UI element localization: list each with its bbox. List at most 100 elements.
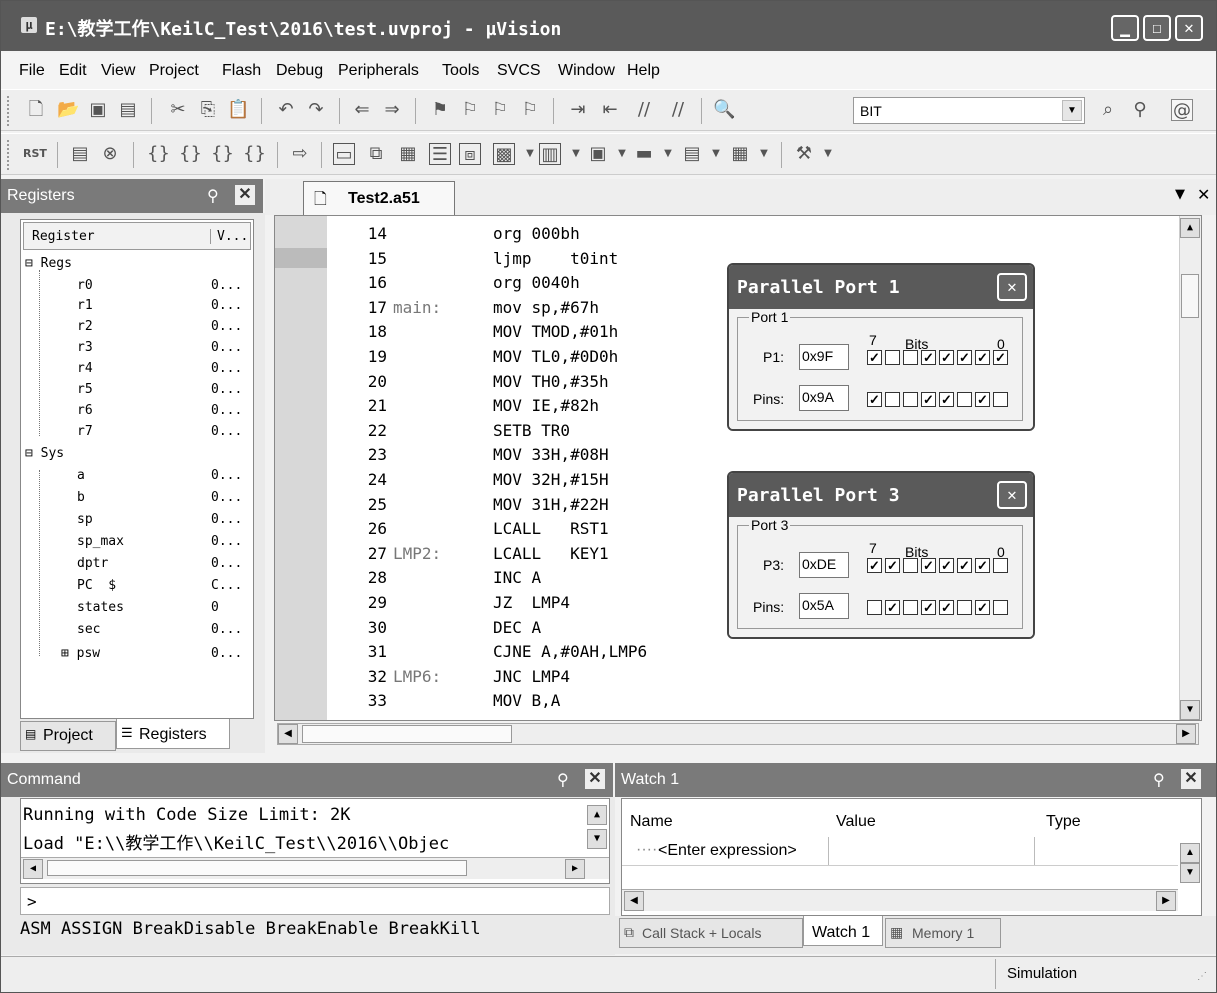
bit-checkbox[interactable]: ✓ <box>939 600 954 615</box>
reg-row[interactable]: r6 0... <box>21 401 251 421</box>
next-bookmark-icon[interactable]: ⚐ <box>489 99 511 121</box>
bit-checkbox[interactable] <box>957 392 972 407</box>
scroll-right-icon[interactable]: ▶ <box>1176 724 1196 744</box>
serial-window-icon[interactable]: ▣ <box>587 143 609 165</box>
menu-debug[interactable]: Debug <box>276 62 323 80</box>
reg-row[interactable]: r3 0... <box>21 338 251 358</box>
save-all-icon[interactable]: ▤ <box>117 99 139 121</box>
bit-checkbox[interactable]: ✓ <box>867 350 882 365</box>
disassembly-window-icon[interactable]: ⧉ <box>365 143 387 165</box>
run-icon[interactable]: ▤ <box>69 143 91 165</box>
bit-checkbox[interactable] <box>903 558 918 573</box>
menu-svcs[interactable]: SVCS <box>497 62 541 80</box>
reg-row[interactable]: r0 0... <box>21 276 251 296</box>
pins-value[interactable]: 0x9A <box>799 385 849 411</box>
close-icon[interactable]: ✕ <box>235 185 255 205</box>
bit-checkbox[interactable]: ✓ <box>921 350 936 365</box>
find-combo[interactable]: BIT ▼ <box>853 97 1085 124</box>
chevron-down-icon[interactable]: ▼ <box>817 143 839 165</box>
prev-bookmark-icon[interactable]: ⚐ <box>459 99 481 121</box>
reg-row[interactable]: a 0... <box>21 466 251 486</box>
bit-checkbox[interactable] <box>993 392 1008 407</box>
tab-registers[interactable]: ☰ Registers <box>116 719 230 749</box>
toolbar-grip[interactable] <box>7 140 10 170</box>
tab-memory1[interactable]: ▦ Memory 1 <box>885 918 1001 948</box>
menu-tools[interactable]: Tools <box>442 62 479 80</box>
col-register[interactable]: Register <box>32 229 95 244</box>
bit-checkbox[interactable] <box>903 350 918 365</box>
bit-checkbox[interactable]: ✓ <box>975 392 990 407</box>
reg-row[interactable]: r2 0... <box>21 317 251 337</box>
reg-row[interactable]: sp_max 0... <box>21 532 251 552</box>
bit-checkbox[interactable]: ✓ <box>939 392 954 407</box>
tab-test2-a51[interactable]: 🗋 Test2.a51 <box>303 181 455 215</box>
bit-checkbox[interactable]: ✓ <box>921 392 936 407</box>
comment-icon[interactable]: // <box>633 99 655 121</box>
find-icon[interactable]: ⌕ <box>1097 99 1119 121</box>
close-icon[interactable]: ✕ <box>997 273 1027 301</box>
nav-back-icon[interactable]: ⇐ <box>351 99 373 121</box>
bit-checkbox[interactable] <box>993 600 1008 615</box>
analysis-window-icon[interactable]: ▬ <box>633 143 655 165</box>
bit-checkbox[interactable]: ✓ <box>867 558 882 573</box>
trace-window-icon[interactable]: ▤ <box>681 143 703 165</box>
call-stack-window-icon[interactable]: ⧈ <box>459 143 481 165</box>
scroll-left-icon[interactable]: ◀ <box>624 891 644 911</box>
scroll-left-icon[interactable]: ◀ <box>23 859 43 879</box>
chevron-down-icon[interactable]: ▼ <box>1062 100 1082 121</box>
bit-checkbox[interactable]: ✓ <box>939 350 954 365</box>
horizontal-scrollbar[interactable]: ◀ ▶ <box>277 723 1199 745</box>
system-viewer-icon[interactable]: ▦ <box>729 143 751 165</box>
step-out-icon[interactable]: {} <box>211 143 234 165</box>
menu-window[interactable]: Window <box>558 62 615 80</box>
col-value[interactable]: V... <box>210 229 248 244</box>
step-into-icon[interactable]: {} <box>147 143 170 165</box>
symbols-window-icon[interactable]: ▦ <box>397 143 419 165</box>
tab-project[interactable]: ▤ Project <box>20 721 116 751</box>
reg-row[interactable]: b 0... <box>21 488 251 508</box>
chevron-down-icon[interactable]: ▼ <box>519 143 541 165</box>
scroll-thumb[interactable] <box>47 860 467 876</box>
command-output[interactable]: Running with Code Size Limit: 2K Load "E… <box>20 798 610 884</box>
reg-row[interactable]: ⊞ psw 0... <box>21 644 251 664</box>
reg-row[interactable]: r4 0... <box>21 359 251 379</box>
scroll-up-icon[interactable]: ▲ <box>1180 843 1200 863</box>
scroll-down-icon[interactable]: ▼ <box>587 829 607 849</box>
close-icon[interactable]: ✕ <box>1181 769 1201 789</box>
reset-icon[interactable]: RST <box>23 143 47 165</box>
chevron-down-icon[interactable]: ▼ <box>657 143 679 165</box>
run-to-cursor-icon[interactable]: {} <box>243 143 266 165</box>
scroll-up-icon[interactable]: ▲ <box>1180 218 1200 238</box>
copy-icon[interactable]: ⎘ <box>197 99 219 121</box>
open-file-icon[interactable]: 📂 <box>57 99 79 121</box>
command-window-icon[interactable]: ▭ <box>333 143 355 165</box>
command-hscrollbar[interactable]: ◀ ▶ <box>21 857 609 879</box>
minimize-button[interactable]: ▁ <box>1111 15 1139 41</box>
show-next-statement-icon[interactable]: ⇨ <box>289 143 311 165</box>
toolbox-icon[interactable]: ⚒ <box>793 143 815 165</box>
col-value[interactable]: Value <box>836 813 876 831</box>
scroll-right-icon[interactable]: ▶ <box>1156 891 1176 911</box>
close-icon[interactable]: ✕ <box>1197 185 1210 204</box>
watch-hscrollbar[interactable]: ◀ ▶ <box>622 889 1178 911</box>
chevron-down-icon[interactable]: ▼ <box>705 143 727 165</box>
new-file-icon[interactable]: 🗋 <box>25 99 47 121</box>
incremental-find-icon[interactable]: ⚲ <box>1129 99 1151 121</box>
pin-icon[interactable]: ⚲ <box>207 186 219 206</box>
col-type[interactable]: Type <box>1046 813 1081 831</box>
bit-checkbox[interactable]: ✓ <box>939 558 954 573</box>
close-icon[interactable]: ✕ <box>997 481 1027 509</box>
chevron-down-icon[interactable]: ▼ <box>1175 187 1185 202</box>
redo-icon[interactable]: ↷ <box>305 99 327 121</box>
resize-grip-icon[interactable]: ⋰ <box>1197 971 1207 982</box>
pins-value[interactable]: 0x5A <box>799 593 849 619</box>
undo-icon[interactable]: ↶ <box>275 99 297 121</box>
menu-help[interactable]: Help <box>627 62 660 80</box>
memory-window-icon[interactable]: ▥ <box>539 143 561 165</box>
bit-checkbox[interactable] <box>903 600 918 615</box>
reg-row[interactable]: dptr 0... <box>21 554 251 574</box>
enter-expression[interactable]: <Enter expression> <box>658 842 797 860</box>
scroll-thumb[interactable] <box>1181 274 1199 318</box>
reg-row[interactable]: r1 0... <box>21 296 251 316</box>
find-in-files-icon[interactable]: 🔍 <box>713 99 735 121</box>
